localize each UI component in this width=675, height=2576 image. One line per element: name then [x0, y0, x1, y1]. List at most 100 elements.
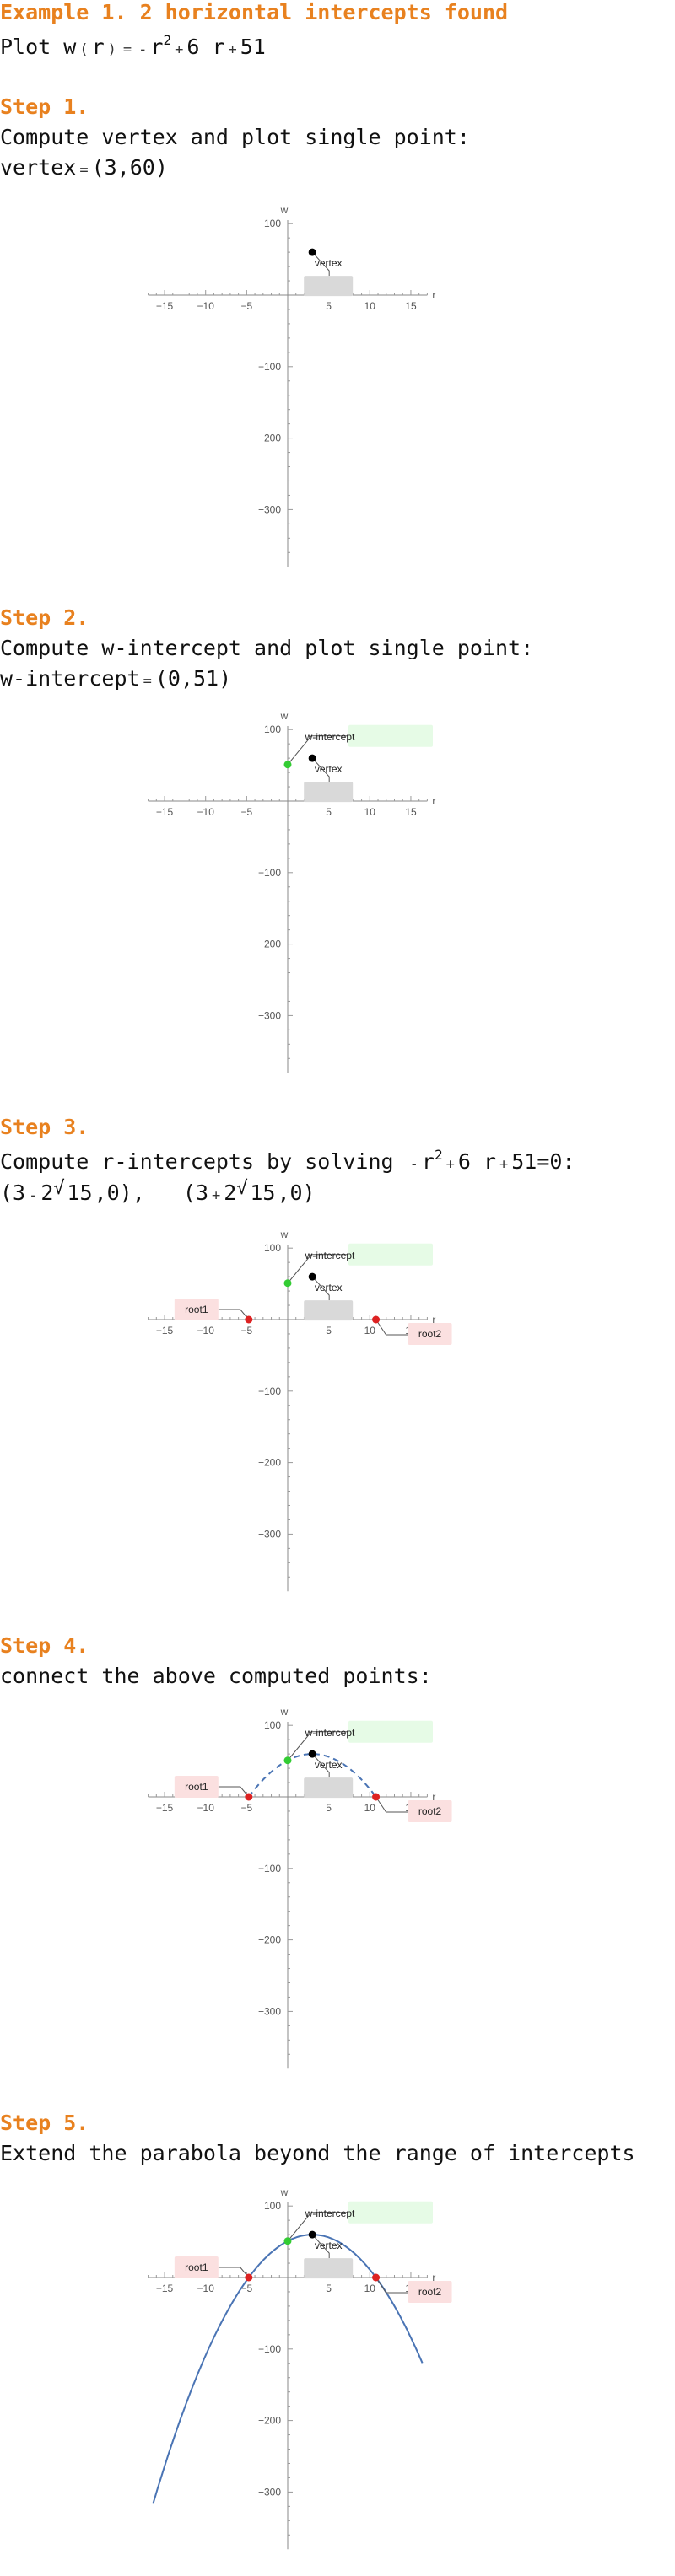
- y-tick-label: −300: [258, 2486, 281, 2498]
- x-tick-label: −15: [156, 806, 174, 818]
- y-tick-label: −100: [258, 1385, 281, 1397]
- x-tick-label: −5: [241, 806, 253, 818]
- vertex-label: vertex: [315, 257, 343, 269]
- y-tick-label: −300: [258, 1009, 281, 1021]
- vertex-label-box: [304, 1300, 354, 1321]
- w_intercept-point: [284, 1279, 292, 1288]
- x-tick-label: 15: [405, 806, 417, 818]
- x-tick-label: −5: [241, 1802, 253, 1814]
- y-tick-label: −200: [258, 2415, 281, 2427]
- y-tick-label: −300: [258, 503, 281, 515]
- x-tick-label: −5: [241, 300, 253, 312]
- w_intercept-label: w-intercept: [305, 1727, 355, 1739]
- x-axis-label: r: [432, 289, 435, 301]
- step-2-title: Step 2.: [0, 605, 89, 630]
- vertex-label-box: [304, 276, 354, 297]
- w_intercept-label-box: [348, 2201, 433, 2224]
- x-tick-label: 5: [326, 300, 332, 312]
- step-2-plot: r w −15 −10 −5 5 10 15 100 −100 −200 −300 vertex w-in…: [148, 710, 435, 1073]
- vertex-label-box: [304, 782, 354, 803]
- y-tick-label: −100: [258, 1863, 281, 1874]
- root2-callout-line: [375, 2277, 408, 2294]
- root2-label: root2: [418, 1805, 442, 1817]
- x-tick-label: 10: [364, 806, 376, 818]
- root1-callout-line: [218, 1786, 250, 1798]
- y-tick-label: −200: [258, 938, 281, 950]
- step-3-instruction: Compute r-intercepts by solving - r2+ 6 r +…: [0, 1147, 575, 1174]
- plot-statement: Plot w(r) = - r2+ 6 r +51: [0, 32, 266, 59]
- w_intercept-label: w-intercept: [305, 1250, 355, 1261]
- step-4-plot: rw−15−10−551015100−100−200−300vertexw-in…: [148, 1706, 452, 2069]
- y-axis-label: w: [280, 204, 289, 216]
- x-tick-label: 15: [405, 300, 417, 312]
- x-tick-label: 5: [326, 1325, 332, 1336]
- step-5-title: Step 5.: [0, 2111, 89, 2135]
- w_intercept-label-box: [348, 1243, 433, 1266]
- y-tick-label: 100: [264, 218, 281, 229]
- x-tick-label: −15: [156, 2283, 174, 2294]
- y-tick-label: 100: [264, 2200, 281, 2212]
- root1-label: root1: [185, 1304, 208, 1315]
- x-tick-label: 5: [326, 1802, 332, 1814]
- vertex-label-box: [304, 2258, 354, 2279]
- root2-callout-line: [375, 1319, 408, 1336]
- step-2-instruction: Compute w-intercept and plot single poin…: [0, 636, 534, 660]
- y-tick-label: −300: [258, 1528, 281, 1540]
- step-1-instruction: Compute vertex and plot single point:: [0, 125, 470, 149]
- x-tick-label: −10: [197, 300, 215, 312]
- step-3-plot: rw−15−10−551015100−100−200−300vertexw-in…: [148, 1229, 452, 1592]
- step-1-title: Step 1.: [0, 94, 89, 119]
- x-tick-label: −5: [241, 1325, 253, 1336]
- y-tick-label: −100: [258, 867, 281, 879]
- page-title: Example 1. 2 horizontal intercepts found: [0, 0, 509, 24]
- w_intercept-label: w-intercept: [305, 2208, 355, 2219]
- y-tick-label: −300: [258, 2005, 281, 2017]
- x-axis-label: r: [432, 795, 435, 807]
- w_intercept-point: [284, 2237, 292, 2245]
- w_intercept-point: [284, 761, 292, 769]
- vertex-label-box: [304, 1777, 354, 1799]
- root2-point: [372, 2273, 381, 2282]
- x-tick-label: −15: [156, 1325, 174, 1336]
- x-tick-label: −5: [241, 2283, 253, 2294]
- x-tick-label: 10: [364, 300, 376, 312]
- y-axis-label: w: [280, 1706, 289, 1718]
- root1-callout-line: [218, 1309, 250, 1320]
- x-tick-label: −15: [156, 300, 174, 312]
- root1-point: [245, 1793, 253, 1801]
- y-axis-label: w: [280, 1229, 289, 1240]
- x-tick-label: 5: [326, 2283, 332, 2294]
- y-tick-label: −200: [258, 433, 281, 444]
- vertex-point: [308, 248, 316, 256]
- step-4-title: Step 4.: [0, 1633, 89, 1658]
- y-tick-label: −200: [258, 1457, 281, 1469]
- w_intercept-label-box: [348, 1720, 433, 1743]
- vertex-label: vertex: [315, 763, 343, 775]
- root1-point: [245, 2273, 253, 2282]
- x-tick-label: 5: [326, 806, 332, 818]
- w_intercept-label: w-intercept: [305, 731, 355, 743]
- root1-label: root1: [185, 2261, 208, 2273]
- y-tick-label: 100: [264, 1719, 281, 1731]
- x-tick-label: −15: [156, 1802, 174, 1814]
- w_intercept-label-box: [348, 724, 433, 747]
- root1-point: [245, 1315, 253, 1324]
- y-tick-label: −100: [258, 2343, 281, 2355]
- root2-label: root2: [418, 1328, 442, 1340]
- y-axis-label: w: [280, 2186, 289, 2198]
- y-tick-label: −200: [258, 1934, 281, 1946]
- y-tick-label: 100: [264, 723, 281, 735]
- x-tick-label: −10: [197, 806, 215, 818]
- x-tick-label: 10: [364, 2283, 376, 2294]
- x-tick-label: −10: [197, 1802, 215, 1814]
- vertex-label: vertex: [315, 1282, 343, 1293]
- vertex-label: vertex: [315, 2240, 343, 2251]
- y-axis-label: w: [280, 710, 289, 722]
- step-3-title: Step 3.: [0, 1115, 89, 1139]
- x-tick-label: −10: [197, 1325, 215, 1336]
- vertex-point: [308, 1272, 316, 1281]
- root2-point: [372, 1315, 381, 1324]
- x-tick-label: 10: [364, 1325, 376, 1336]
- y-tick-label: 100: [264, 1242, 281, 1254]
- vertex-label: vertex: [315, 1759, 343, 1771]
